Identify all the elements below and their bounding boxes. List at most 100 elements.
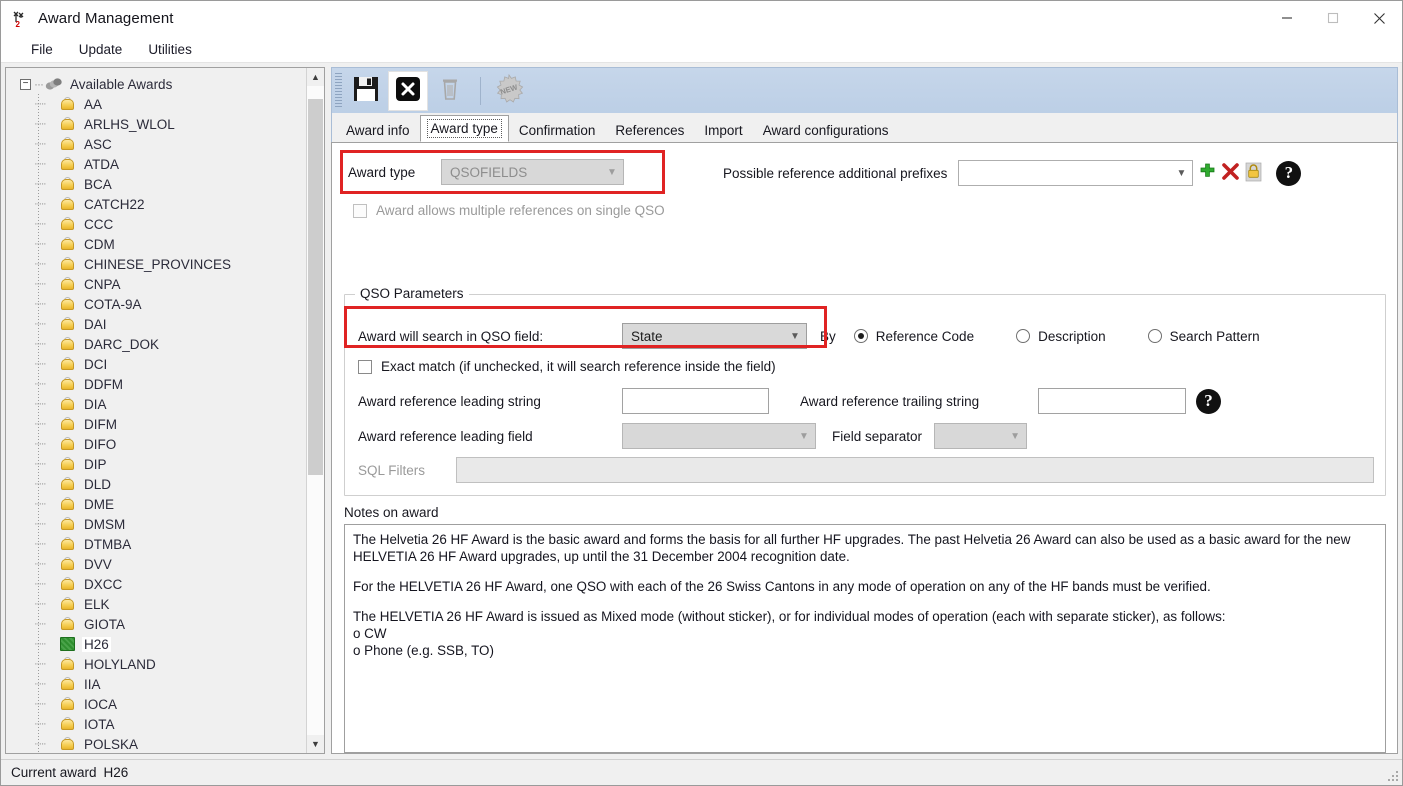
menu-file[interactable]: File (18, 39, 66, 60)
tree-item[interactable]: ····· H26 (6, 634, 306, 654)
multiple-refs-row[interactable]: Award allows multiple references on sing… (353, 203, 665, 218)
tree-item[interactable]: ····· ELK (6, 594, 306, 614)
tree-item-label: IOTA (84, 716, 115, 732)
tree-item[interactable]: ····· HOLYLAND (6, 654, 306, 674)
tree-root-available-awards[interactable]: − ··· Available Awards (6, 74, 306, 94)
award-bell-icon (60, 357, 75, 371)
scrollbar-thumb[interactable] (308, 98, 323, 476)
scroll-down-icon[interactable]: ▼ (307, 735, 324, 753)
tree-item[interactable]: ····· DIFM (6, 414, 306, 434)
leading-string-label: Award reference leading string (358, 393, 541, 409)
tree-item[interactable]: ····· CNPA (6, 274, 306, 294)
radio-search-pattern-input[interactable] (1147, 329, 1162, 343)
tree-item[interactable]: ····· DVV (6, 554, 306, 574)
status-bar: Current award H26 (1, 759, 1402, 785)
tree-item[interactable]: ····· DIP (6, 454, 306, 474)
menu-update[interactable]: Update (66, 39, 136, 60)
tree-item-label: AA (84, 96, 103, 112)
tree-item[interactable]: ····· CCC (6, 214, 306, 234)
tree-item[interactable]: ····· ASC (6, 134, 306, 154)
tree-item[interactable]: ····· CATCH22 (6, 194, 306, 214)
tab-award-type[interactable]: Award type (419, 115, 509, 142)
tree-item[interactable]: ····· DIFO (6, 434, 306, 454)
tree-item[interactable]: ····· DME (6, 494, 306, 514)
award-bell-icon (60, 577, 75, 591)
tree-item-label: COTA-9A (84, 296, 142, 312)
radio-reference-code[interactable]: Reference Code (853, 329, 974, 344)
radio-search-pattern[interactable]: Search Pattern (1147, 329, 1260, 344)
field-separator-select[interactable]: ▼ (934, 423, 1028, 449)
award-type-select[interactable]: QSOFIELDS ▼ (441, 159, 624, 185)
tree-item[interactable]: ····· POLSKA (6, 734, 306, 753)
collapse-icon[interactable]: − (20, 78, 31, 90)
tab-references[interactable]: References (605, 117, 695, 142)
radio-reference-code-input[interactable] (853, 329, 868, 343)
tree-item[interactable]: ····· DARC_DOK (6, 334, 306, 354)
tree-item[interactable]: ····· CDM (6, 234, 306, 254)
save-button[interactable] (346, 71, 386, 111)
tree-item[interactable]: ····· ARLHS_WLOL (6, 114, 306, 134)
scroll-up-icon[interactable]: ▲ (307, 68, 324, 86)
menu-utilities[interactable]: Utilities (135, 39, 205, 60)
exact-match-row[interactable]: Exact match (if unchecked, it will searc… (358, 359, 776, 374)
scrollbar-track[interactable] (307, 86, 324, 735)
tree-item[interactable]: ····· GIOTA (6, 614, 306, 634)
multiple-refs-checkbox[interactable] (353, 203, 367, 218)
prefixes-help-icon[interactable]: ? (1276, 160, 1302, 186)
leading-field-select[interactable]: ▼ (622, 423, 816, 449)
search-field-select[interactable]: State ▼ (622, 323, 807, 349)
tree-item[interactable]: ····· COTA-9A (6, 294, 306, 314)
awards-tree[interactable]: − ··· Available Awards ····· AA ····· ARLHS… (6, 68, 306, 753)
tab-award-info[interactable]: Award info (336, 117, 420, 142)
tree-item[interactable]: ····· IOTA (6, 714, 306, 734)
notes-textarea[interactable]: The Helvetia 26 HF Award is the basic aw… (344, 524, 1386, 753)
tree-item[interactable]: ····· DMSM (6, 514, 306, 534)
tree-item[interactable]: ····· DCI (6, 354, 306, 374)
radio-description-input[interactable] (1016, 329, 1031, 343)
trailing-string-input[interactable] (1038, 388, 1186, 414)
qso-parameters-group: QSO Parameters Award will search in QSO … (344, 286, 1386, 496)
tree-item[interactable]: ····· BCA (6, 174, 306, 194)
tree-item[interactable]: ····· AA (6, 94, 306, 114)
chevron-down-icon: ▼ (790, 330, 800, 342)
sql-filters-input[interactable] (456, 457, 1374, 483)
tree-branch-line: ····· (34, 98, 47, 110)
tree-branch-line: ····· (34, 198, 47, 210)
cancel-button[interactable] (388, 70, 428, 111)
strings-help-icon[interactable]: ? (1196, 388, 1221, 414)
tree-item-label: ARLHS_WLOL (84, 116, 175, 132)
tab-confirmation[interactable]: Confirmation (508, 117, 606, 142)
prefixes-lock-button[interactable] (1244, 162, 1263, 185)
tree-item[interactable]: ····· CHINESE_PROVINCES (6, 254, 306, 274)
prefixes-add-button[interactable] (1198, 162, 1217, 184)
prefixes-delete-button[interactable] (1221, 162, 1240, 184)
tab-import[interactable]: Import (694, 117, 753, 142)
prefixes-select[interactable]: ▼ (958, 160, 1194, 186)
tree-item[interactable]: ····· ATDA (6, 154, 306, 174)
tab-award-configurations[interactable]: Award configurations (752, 117, 899, 142)
tree-item[interactable]: ····· DTMBA (6, 534, 306, 554)
tree-item[interactable]: ····· DLD (6, 474, 306, 494)
leading-string-input[interactable] (622, 388, 769, 414)
tree-item[interactable]: ····· IIA (6, 674, 306, 694)
minimize-button[interactable] (1264, 1, 1310, 35)
tree-branch-line: ····· (34, 678, 47, 690)
resize-grip-icon[interactable] (1386, 769, 1399, 782)
tree-branch-line: ····· (34, 178, 47, 190)
tree-scrollbar[interactable]: ▲ ▼ (306, 68, 324, 753)
delete-button[interactable] (430, 71, 470, 111)
tree-item-label: CNPA (84, 276, 121, 292)
tab-strip: Award info Award type Confirmation Referenc… (331, 113, 1398, 142)
award-bell-icon (60, 697, 75, 711)
tree-item[interactable]: ····· DIA (6, 394, 306, 414)
new-button[interactable]: NEW (489, 71, 529, 111)
toolbar-grip[interactable] (335, 72, 342, 109)
tree-item[interactable]: ····· IOCA (6, 694, 306, 714)
tree-item[interactable]: ····· DAI (6, 314, 306, 334)
radio-description[interactable]: Description (1016, 329, 1106, 344)
tree-item[interactable]: ····· DXCC (6, 574, 306, 594)
tree-item[interactable]: ····· DDFM (6, 374, 306, 394)
close-button[interactable] (1356, 1, 1402, 35)
maximize-button[interactable] (1310, 1, 1356, 35)
exact-match-checkbox[interactable] (358, 359, 372, 374)
